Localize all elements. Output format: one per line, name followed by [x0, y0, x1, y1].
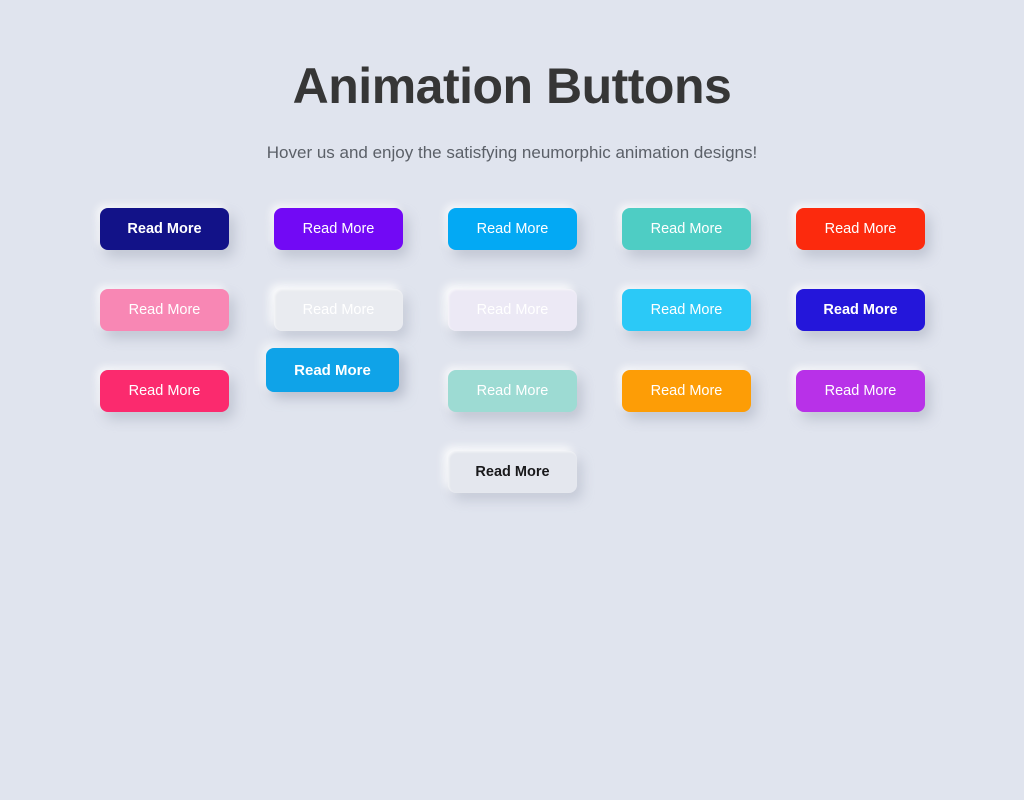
empty-cell — [773, 429, 947, 510]
read-more-button-r2-c4[interactable]: Read More — [622, 289, 751, 331]
button-cell: Read More — [251, 186, 425, 267]
read-more-button-r2-c5[interactable]: Read More — [796, 289, 925, 331]
button-row: Read More Read More Read More Read More Read… — [0, 348, 1024, 429]
read-more-button-r3-c3[interactable]: Read More — [448, 370, 577, 412]
button-cell: Read More — [77, 267, 251, 348]
button-cell: Read More — [599, 267, 773, 348]
page-root: Animation Buttons Hover us and enjoy the… — [0, 0, 1024, 800]
button-cell: Read More — [773, 267, 947, 348]
read-more-button-r3-c2[interactable]: Read More — [266, 348, 399, 392]
button-row: Read More — [0, 429, 1024, 510]
read-more-button-r2-c2[interactable]: Read More — [274, 289, 403, 331]
button-cell: Read More — [251, 267, 425, 348]
empty-cell — [77, 429, 251, 510]
read-more-button-r1-c1[interactable]: Read More — [100, 208, 229, 250]
button-cell: Read More — [77, 186, 251, 267]
button-row: Read More Read More Read More Read More Read… — [0, 267, 1024, 348]
empty-cell — [599, 429, 773, 510]
button-cell: Read More — [251, 348, 425, 429]
read-more-button-r2-c1[interactable]: Read More — [100, 289, 229, 331]
button-cell: Read More — [599, 186, 773, 267]
read-more-button-r3-c5[interactable]: Read More — [796, 370, 925, 412]
empty-cell — [251, 429, 425, 510]
page-subtitle: Hover us and enjoy the satisfying neumor… — [266, 143, 758, 162]
button-row: Read More Read More Read More Read More Read… — [0, 186, 1024, 267]
button-cell: Read More — [773, 348, 947, 429]
button-cell: Read More — [425, 429, 599, 510]
button-cell: Read More — [425, 348, 599, 429]
button-cell: Read More — [425, 267, 599, 348]
read-more-button-r3-c4[interactable]: Read More — [622, 370, 751, 412]
read-more-button-r2-c3[interactable]: Read More — [448, 289, 577, 331]
button-cell: Read More — [77, 348, 251, 429]
read-more-button-r3-c1[interactable]: Read More — [100, 370, 229, 412]
button-cell: Read More — [773, 186, 947, 267]
read-more-button-r1-c3[interactable]: Read More — [448, 208, 577, 250]
read-more-button-r1-c5[interactable]: Read More — [796, 208, 925, 250]
button-cell: Read More — [425, 186, 599, 267]
read-more-button-r1-c2[interactable]: Read More — [274, 208, 403, 250]
read-more-button-r1-c4[interactable]: Read More — [622, 208, 751, 250]
page-title: Animation Buttons — [292, 57, 732, 114]
button-grid: Read More Read More Read More Read More Read… — [0, 186, 1024, 510]
button-cell: Read More — [599, 348, 773, 429]
read-more-button-r4-c3[interactable]: Read More — [448, 451, 577, 493]
